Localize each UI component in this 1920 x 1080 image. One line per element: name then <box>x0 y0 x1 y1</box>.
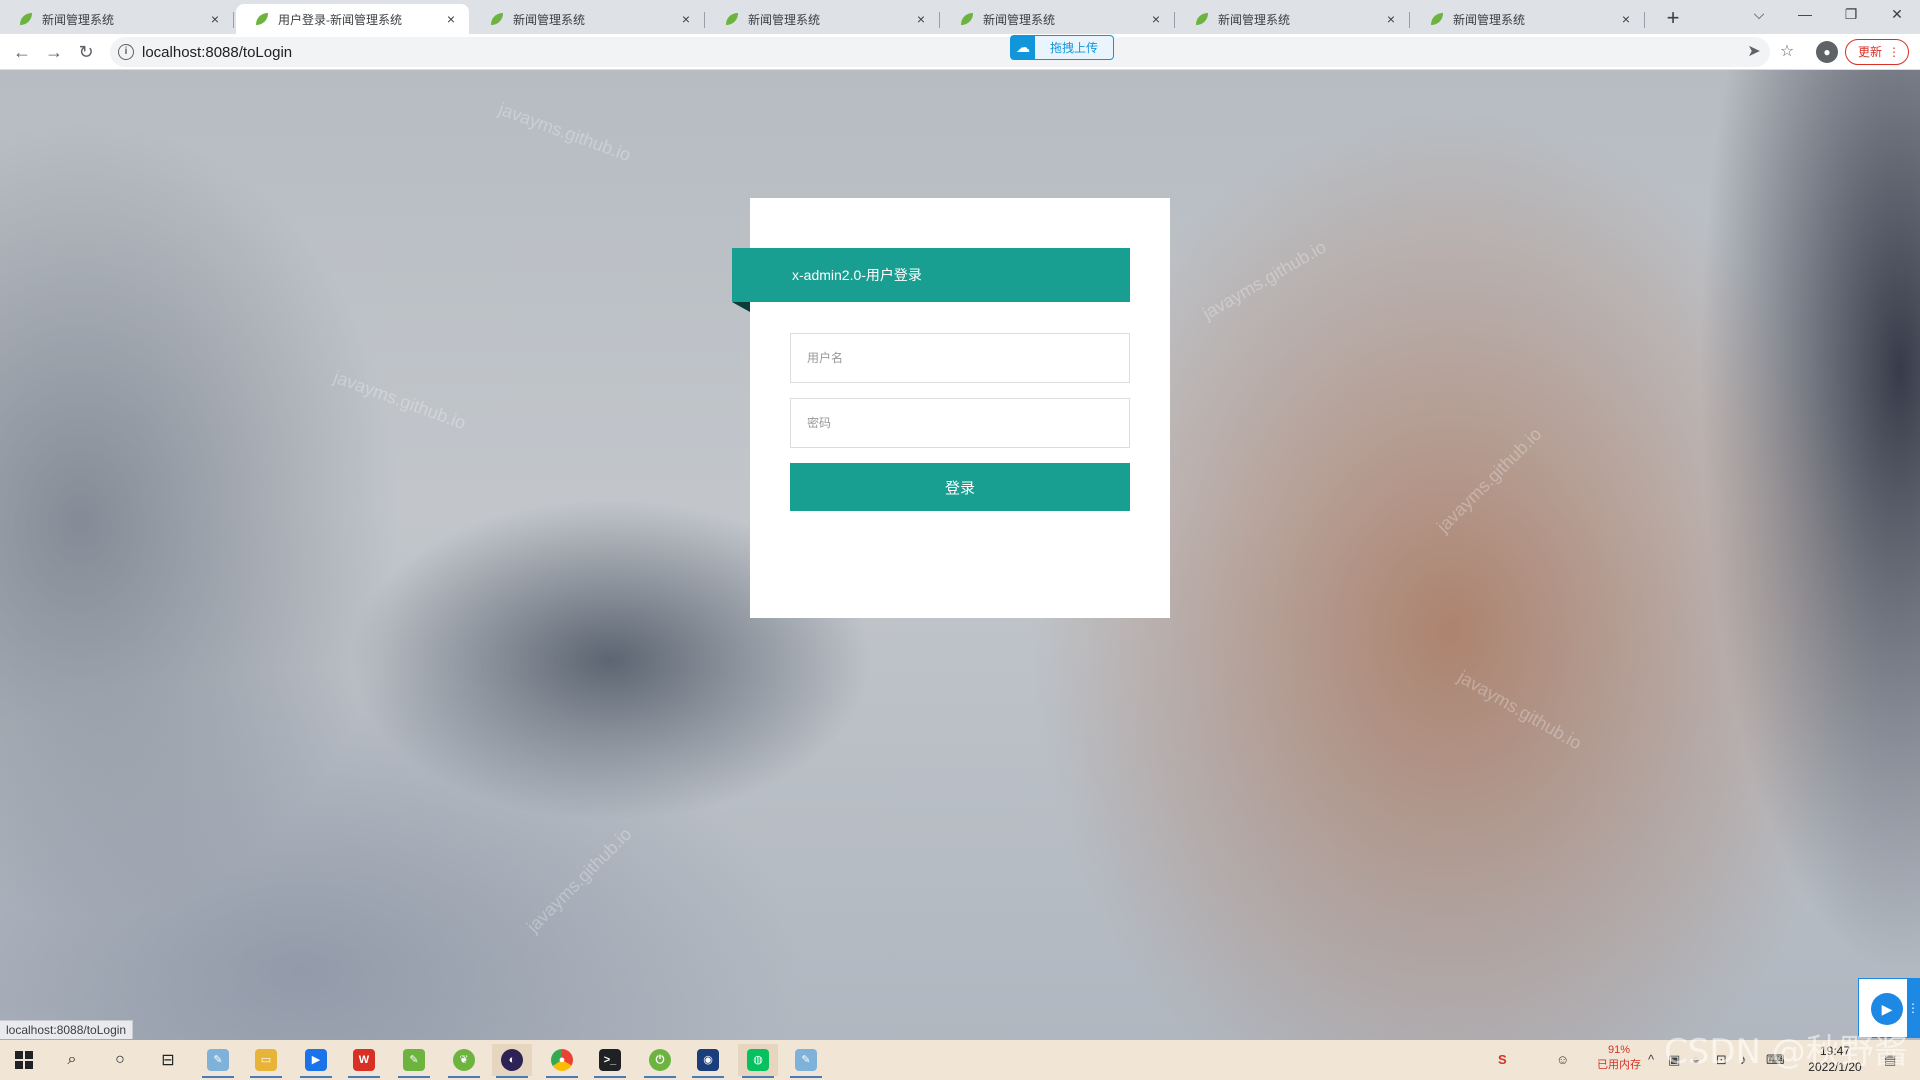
cloud-upload-icon: ☁ <box>1011 36 1035 59</box>
tab-title: 新闻管理系统 <box>983 12 1056 27</box>
upload-extension-button[interactable]: ☁ 拖拽上传 <box>1010 35 1114 60</box>
terminal-icon[interactable]: >_ <box>590 1044 630 1078</box>
leaf-favicon-icon <box>491 13 503 25</box>
wps-office-icon[interactable]: W <box>344 1044 384 1078</box>
tab-search-dropdown-icon[interactable]: ⌵ <box>1736 0 1782 30</box>
screen-recorder-icon[interactable]: ◉ <box>688 1044 728 1078</box>
search-icon[interactable]: ⌕ <box>52 1044 92 1076</box>
browser-tab[interactable]: 新闻管理系统 × <box>1411 4 1645 34</box>
wechat-icon[interactable]: ◍ <box>738 1044 778 1078</box>
cortana-icon[interactable]: ○ <box>100 1044 140 1076</box>
reload-button[interactable]: ↻ <box>72 38 100 66</box>
tab-close-icon[interactable]: × <box>1148 11 1164 27</box>
profile-avatar-icon[interactable]: ● <box>1816 41 1838 63</box>
eclipse-icon[interactable]: ◐ <box>492 1044 532 1078</box>
tab-close-icon[interactable]: × <box>207 11 223 27</box>
file-explorer-icon[interactable]: ▭ <box>246 1044 286 1078</box>
people-icon[interactable]: ☺ <box>1556 1040 1569 1080</box>
tab-title: 新闻管理系统 <box>748 12 821 27</box>
windows-icon <box>15 1051 33 1069</box>
notepad-app-icon[interactable]: ✎ <box>198 1044 238 1078</box>
username-input[interactable] <box>790 333 1130 383</box>
memory-percent: 91% <box>1607 1044 1631 1056</box>
menu-dots-icon: ⋮ <box>1888 45 1900 59</box>
csdn-watermark: CSDN @秋野酱 <box>1664 1032 1908 1072</box>
tab-title: 用户登录-新闻管理系统 <box>278 12 402 27</box>
update-label: 更新 <box>1858 45 1883 59</box>
browser-tab[interactable]: 新闻管理系统 × <box>706 4 940 34</box>
leaf-favicon-icon <box>256 13 268 25</box>
memory-label: 已用内存 <box>1597 1059 1641 1071</box>
browser-tab[interactable]: 新闻管理系统 × <box>1176 4 1410 34</box>
spring-tool-icon[interactable]: ❦ <box>444 1044 484 1078</box>
more-options-icon[interactable]: ⋮ <box>1907 979 1919 1037</box>
back-button[interactable]: ← <box>8 38 36 66</box>
new-tab-button[interactable]: + <box>1660 6 1686 32</box>
leaf-favicon-icon <box>961 13 973 25</box>
chrome-icon[interactable]: ● <box>542 1044 582 1078</box>
browser-tab[interactable]: 新闻管理系统 × <box>0 4 234 34</box>
update-button[interactable]: 更新 ⋮ <box>1845 39 1909 65</box>
tab-close-icon[interactable]: × <box>678 11 694 27</box>
watermark-text: javayms.github.io <box>495 98 634 166</box>
play-icon[interactable]: ▶ <box>1871 993 1903 1025</box>
password-input[interactable] <box>790 398 1130 448</box>
tab-close-icon[interactable]: × <box>1383 11 1399 27</box>
leaf-favicon-icon <box>1431 13 1443 25</box>
watermark-text: javayms.github.io <box>1199 236 1330 324</box>
tab-strip: 新闻管理系统 × 用户登录-新闻管理系统 × 新闻管理系统 × 新闻管理系统 ×… <box>0 0 1920 34</box>
watermark-text: javayms.github.io <box>522 823 636 937</box>
spring-boot-icon[interactable]: ⏻ <box>640 1044 680 1078</box>
address-bar[interactable]: i localhost:8088/toLogin <box>110 37 1770 67</box>
login-title: x-admin2.0-用户登录 <box>732 248 1130 302</box>
leaf-favicon-icon <box>1196 13 1208 25</box>
leaf-favicon-icon <box>20 13 32 25</box>
leaf-favicon-icon <box>726 13 738 25</box>
minimize-window-button[interactable]: — <box>1782 0 1828 30</box>
memory-indicator[interactable]: 91% 已用内存 <box>1594 1043 1644 1073</box>
task-view-icon[interactable]: ⊟ <box>148 1044 188 1076</box>
tab-close-icon[interactable]: × <box>1618 11 1634 27</box>
notepad-plus-icon[interactable]: ✎ <box>394 1044 434 1078</box>
start-menu-button[interactable] <box>4 1044 44 1076</box>
watermark-text: javayms.github.io <box>1432 423 1546 537</box>
tab-title: 新闻管理系统 <box>513 12 586 27</box>
browser-tab[interactable]: 新闻管理系统 × <box>471 4 705 34</box>
watermark-text: javayms.github.io <box>330 366 469 434</box>
banner-fold-decoration <box>732 302 750 312</box>
tab-close-icon[interactable]: × <box>913 11 929 27</box>
login-button[interactable]: 登录 <box>790 463 1130 511</box>
bookmark-star-icon[interactable]: ☆ <box>1775 40 1799 64</box>
restore-window-button[interactable]: ❐ <box>1828 0 1874 30</box>
tray-expand-icon[interactable]: ^ <box>1648 1040 1654 1080</box>
status-bar-url: localhost:8088/toLogin <box>0 1020 134 1039</box>
send-icon[interactable]: ➤ <box>1742 40 1766 64</box>
site-info-icon[interactable]: i <box>118 44 134 60</box>
tab-close-icon[interactable]: × <box>443 11 459 27</box>
browser-toolbar: ← → ↻ i localhost:8088/toLogin <box>0 34 1920 70</box>
address-url[interactable]: localhost:8088/toLogin <box>142 44 292 61</box>
browser-tab[interactable]: 新闻管理系统 × <box>941 4 1175 34</box>
tab-title: 新闻管理系统 <box>42 12 115 27</box>
tab-title: 新闻管理系统 <box>1453 12 1526 27</box>
notepad-app-icon-2[interactable]: ✎ <box>786 1044 826 1078</box>
tab-title: 新闻管理系统 <box>1218 12 1291 27</box>
watermark-text: javayms.github.io <box>1454 666 1586 754</box>
close-window-button[interactable]: ✕ <box>1874 0 1920 30</box>
sogou-ime-icon[interactable]: S <box>1498 1040 1507 1080</box>
meeting-app-icon[interactable]: ▶ <box>296 1044 336 1078</box>
forward-button[interactable]: → <box>40 38 68 66</box>
upload-extension-label: 拖拽上传 <box>1049 41 1098 55</box>
browser-tab-active[interactable]: 用户登录-新闻管理系统 × <box>236 4 469 34</box>
